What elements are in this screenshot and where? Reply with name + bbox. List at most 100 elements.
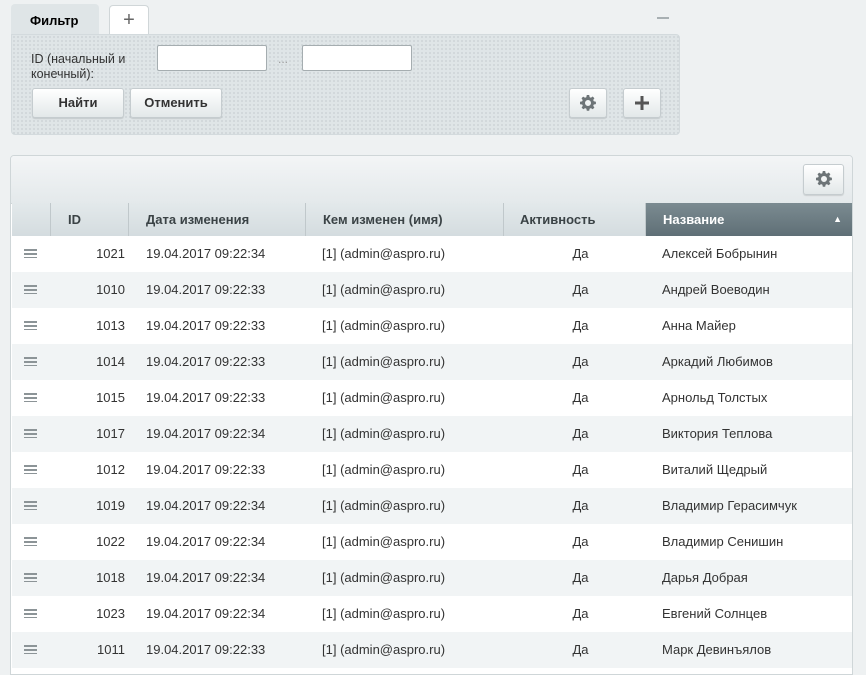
row-actions-cell[interactable] — [12, 272, 51, 308]
add-filter-button[interactable] — [623, 88, 661, 118]
cell-user: [1] (admin@aspro.ru) — [322, 390, 446, 405]
menu-icon[interactable] — [24, 537, 37, 546]
filter-panel: ID (начальный и конечный): ... Найти Отм… — [11, 34, 680, 135]
cell-name: Андрей Воеводин — [662, 282, 770, 297]
cell-id: 1015 — [96, 390, 125, 405]
cell-active: Да — [572, 462, 589, 477]
menu-icon[interactable] — [24, 573, 37, 582]
row-actions-cell[interactable] — [12, 524, 51, 560]
menu-icon[interactable] — [24, 465, 37, 474]
cell-id: 1014 — [96, 354, 125, 369]
menu-icon[interactable] — [24, 357, 37, 366]
table-row[interactable]: 1011 19.04.2017 09:22:33 [1] (admin@aspro.… — [12, 632, 852, 668]
cell-id: 1021 — [96, 246, 125, 261]
cancel-button[interactable]: Отменить — [130, 88, 222, 118]
cell-date: 19.04.2017 09:22:34 — [146, 570, 266, 585]
cell-active: Да — [572, 246, 589, 261]
cell-id: 1022 — [96, 534, 125, 549]
cell-user: [1] (admin@aspro.ru) — [322, 462, 446, 477]
id-from-input[interactable] — [157, 45, 267, 71]
cell-name: Дарья Добрая — [662, 570, 748, 585]
cell-name: Виталий Щедрый — [662, 462, 768, 477]
row-actions-cell[interactable] — [12, 308, 51, 344]
table-row[interactable]: 1023 19.04.2017 09:22:34 [1] (admin@aspro.… — [12, 596, 852, 632]
cell-date: 19.04.2017 09:22:34 — [146, 426, 266, 441]
header-name-label: Название — [663, 212, 725, 227]
table-row[interactable]: 1019 19.04.2017 09:22:34 [1] (admin@aspro.… — [12, 488, 852, 524]
data-grid: ID Дата изменения Кем изменен (имя) Акти… — [10, 155, 853, 675]
menu-icon[interactable] — [24, 393, 37, 402]
find-button[interactable]: Найти — [32, 88, 124, 118]
id-to-input[interactable] — [302, 45, 412, 71]
table-row[interactable]: 1018 19.04.2017 09:22:34 [1] (admin@aspro.… — [12, 560, 852, 596]
cell-active: Да — [572, 282, 589, 297]
menu-icon[interactable] — [24, 645, 37, 654]
cell-date: 19.04.2017 09:22:33 — [146, 462, 266, 477]
cell-name: Марк Девинъялов — [662, 642, 772, 657]
table-row[interactable]: 1010 19.04.2017 09:22:33 [1] (admin@aspro.… — [12, 272, 852, 308]
cell-user: [1] (admin@aspro.ru) — [322, 282, 446, 297]
row-actions-cell[interactable] — [12, 380, 51, 416]
tab-filter[interactable]: Фильтр — [11, 4, 99, 35]
cell-name: Евгений Солнцев — [662, 606, 768, 621]
header-name[interactable]: Название ▲ — [646, 203, 852, 236]
cell-id: 1019 — [96, 498, 125, 513]
cell-id: 1018 — [96, 570, 125, 585]
gear-icon — [815, 171, 832, 187]
cell-user: [1] (admin@aspro.ru) — [322, 318, 446, 333]
menu-icon[interactable] — [24, 321, 37, 330]
row-actions-cell[interactable] — [12, 236, 51, 272]
cell-name: Владимир Герасимчук — [662, 498, 797, 513]
cell-active: Да — [572, 606, 589, 621]
plus-icon: + — [123, 9, 135, 31]
grid-settings-button[interactable] — [803, 164, 844, 195]
cell-date: 19.04.2017 09:22:33 — [146, 282, 266, 297]
filter-settings-button[interactable] — [569, 88, 607, 118]
row-actions-cell[interactable] — [12, 452, 51, 488]
table-row[interactable]: 1021 19.04.2017 09:22:34 [1] (admin@aspro.… — [12, 236, 852, 272]
cell-id: 1012 — [96, 462, 125, 477]
menu-icon[interactable] — [24, 609, 37, 618]
cell-id: 1011 — [97, 642, 125, 657]
cell-name: Анна Майер — [662, 318, 736, 333]
header-date[interactable]: Дата изменения — [129, 203, 306, 236]
row-actions-cell[interactable] — [12, 416, 51, 452]
cell-user: [1] (admin@aspro.ru) — [322, 246, 446, 261]
collapse-filter-button[interactable] — [657, 17, 669, 19]
sort-asc-icon: ▲ — [833, 214, 842, 224]
cell-date: 19.04.2017 09:22:34 — [146, 534, 266, 549]
range-separator: ... — [278, 52, 289, 66]
cell-date: 19.04.2017 09:22:33 — [146, 390, 266, 405]
cell-user: [1] (admin@aspro.ru) — [322, 354, 446, 369]
table-row[interactable]: 1022 19.04.2017 09:22:34 [1] (admin@aspro.… — [12, 524, 852, 560]
table-row[interactable]: 1017 19.04.2017 09:22:34 [1] (admin@aspro.… — [12, 416, 852, 452]
table-row[interactable]: 1014 19.04.2017 09:22:33 [1] (admin@aspro.… — [12, 344, 852, 380]
row-actions-cell[interactable] — [12, 596, 51, 632]
table-row[interactable]: 1012 19.04.2017 09:22:33 [1] (admin@aspro.… — [12, 452, 852, 488]
header-id[interactable]: ID — [51, 203, 129, 236]
cell-user: [1] (admin@aspro.ru) — [322, 570, 446, 585]
menu-icon[interactable] — [24, 285, 37, 294]
header-user[interactable]: Кем изменен (имя) — [306, 203, 504, 236]
table-row[interactable]: 1013 19.04.2017 09:22:33 [1] (admin@aspro.… — [12, 308, 852, 344]
cell-id: 1023 — [96, 606, 125, 621]
cell-active: Да — [572, 390, 589, 405]
menu-icon[interactable] — [24, 501, 37, 510]
row-actions-cell[interactable] — [12, 560, 51, 596]
cell-active: Да — [572, 354, 589, 369]
menu-icon[interactable] — [24, 429, 37, 438]
cell-name: Виктория Теплова — [662, 426, 773, 441]
header-active[interactable]: Активность — [504, 203, 646, 236]
cell-active: Да — [572, 570, 589, 585]
cell-date: 19.04.2017 09:22:34 — [146, 606, 266, 621]
menu-icon[interactable] — [24, 249, 37, 258]
id-range-label: ID (начальный и конечный): — [31, 52, 126, 81]
cell-date: 19.04.2017 09:22:33 — [146, 318, 266, 333]
add-filter-tab-button[interactable]: + — [109, 5, 149, 35]
cell-name: Владимир Сенишин — [662, 534, 784, 549]
grid-header: ID Дата изменения Кем изменен (имя) Акти… — [12, 203, 852, 236]
row-actions-cell[interactable] — [12, 632, 51, 668]
table-row[interactable]: 1015 19.04.2017 09:22:33 [1] (admin@aspro.… — [12, 380, 852, 416]
row-actions-cell[interactable] — [12, 344, 51, 380]
row-actions-cell[interactable] — [12, 488, 51, 524]
